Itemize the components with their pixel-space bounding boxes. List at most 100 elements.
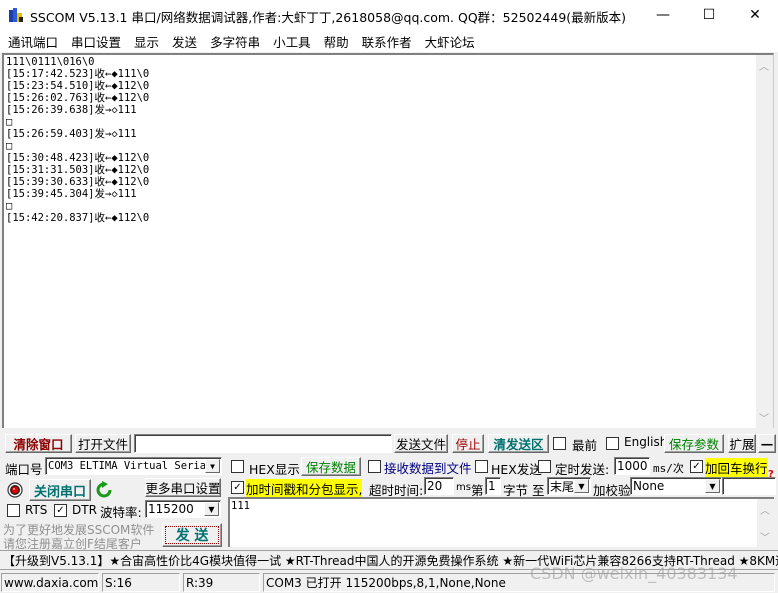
menu-help[interactable]: 帮助 [324,32,349,51]
send-button[interactable]: 发 送 [162,523,222,547]
maximize-icon: ☐ [702,7,716,23]
rts-checkbox[interactable] [7,504,20,517]
window-title: SSCOM V5.13.1 串口/网络数据调试器,作者:大虾丁丁,2618058… [30,10,627,25]
scroll-down-icon[interactable]: ﹀ [759,410,769,425]
open-file-button[interactable]: 打开文件 [75,434,131,453]
dtr-label: DTR [72,503,97,517]
baud-select-value: 115200 [148,502,194,516]
title-bar: SSCOM V5.13.1 串口/网络数据调试器,作者:大虾丁丁,2618058… [0,0,778,30]
chevron-down-icon[interactable]: ▼ [204,502,219,516]
save-params-button[interactable]: 保存参数 [664,434,724,453]
scroll-down-icon[interactable]: ﹀ [760,529,770,544]
menu-contact-author[interactable]: 联系作者 [362,32,412,51]
receive-log-line: [15:26:02.763]收←◆112\0 [6,92,150,104]
receive-log-line: [15:39:30.633]收←◆112\0 [6,176,150,188]
maximize-button[interactable]: ☐ [686,0,732,30]
status-received-count: R:39 [183,573,260,592]
receive-scrollbar[interactable]: ︿ ﹀ [756,55,773,428]
port-select-value: COM3 ELTIMA Virtual Serial [48,460,213,472]
menu-comm-port[interactable]: 通讯端口 [8,32,58,51]
dtr-checkbox[interactable]: ✓ [54,504,67,517]
baud-select[interactable]: 115200 ▼ [145,500,221,518]
file-path-input[interactable] [134,434,392,453]
receive-log: 111\0111\016\0 [15:17:42.523]收←◆111\0 [15:… [6,56,149,224]
checksum-select[interactable]: None ▼ [630,477,722,495]
checksum-result-field [722,477,776,495]
clear-window-button[interactable]: 清除窗口 [5,434,72,453]
hex-send-checkbox[interactable] [475,460,488,473]
refresh-icon[interactable] [96,481,112,499]
receive-log-line: 111\0111\016\0 [6,56,95,68]
menu-display[interactable]: 显示 [134,32,159,51]
scroll-up-icon[interactable]: ︿ [759,58,769,73]
minimize-icon: — [656,7,670,23]
receive-log-line: [15:31:31.503]收←◆112\0 [6,164,150,176]
chevron-down-icon[interactable]: ▼ [574,479,589,493]
timed-send-label: 定时发送: [555,462,610,477]
menu-tools[interactable]: 小工具 [273,32,311,51]
port-label: 端口号 [5,462,43,477]
more-port-settings-button[interactable]: 更多串口设置 [145,478,221,497]
checksum-select-value: None [633,479,665,493]
status-website[interactable]: www.daxia.com [1,573,99,592]
timed-send-checkbox[interactable] [538,460,551,473]
baud-label: 波特率: [100,505,142,520]
receive-log-line: [15:39:45.304]发→◇111 [6,188,137,200]
recv-to-file-checkbox[interactable] [368,460,381,473]
send-textarea[interactable]: 111 ︿ ﹀ [228,497,774,547]
end-select[interactable]: 末尾 ▼ [547,477,591,495]
hex-display-label: HEX显示 [249,462,300,477]
english-checkbox[interactable] [606,437,619,450]
receive-log-line: □ [6,140,13,152]
topmost-checkbox[interactable] [553,437,566,450]
timeout-input[interactable]: 20 [424,477,454,495]
start-byte-input[interactable]: 1 [485,477,501,495]
clear-send-button[interactable]: 清发送区 [488,434,549,453]
timestamp-label: 加时间戳和分包显示, [246,479,363,498]
stop-button[interactable]: 停止 [452,434,484,453]
status-sent-count: S:16 [102,573,180,592]
minimize-button[interactable]: — [640,0,686,30]
timestamp-checkbox[interactable]: ✓ [231,481,244,494]
receive-log-line: [15:26:39.638]发→◇111 [6,104,137,116]
expand-button[interactable]: 扩展 [728,434,756,453]
send-scrollbar[interactable]: ︿ ﹀ [757,499,774,547]
watermark: CSDN @weixin_40383134 [530,564,738,583]
add-crlf-checkbox[interactable]: ✓ [690,460,703,473]
menu-port-settings[interactable]: 串口设置 [71,32,121,51]
interval-input[interactable]: 1000 [614,457,650,475]
scroll-up-icon[interactable]: ︿ [760,502,770,517]
port-select[interactable]: COM3 ELTIMA Virtual Serial ▼ [45,457,222,475]
close-port-button[interactable]: 关闭串口 [29,479,91,501]
interval-unit: ms/次 [653,462,684,475]
receive-log-line: □ [6,200,13,212]
collapse-button[interactable]: — [758,434,776,453]
english-label: English [624,435,668,449]
menu-send[interactable]: 发送 [172,32,197,51]
close-button[interactable]: ✕ [732,0,778,30]
menu-multi-string[interactable]: 多字符串 [210,32,260,51]
receive-log-line: □ [6,116,13,128]
menu-bar: 通讯端口 串口设置 显示 发送 多字符串 小工具 帮助 联系作者 大虾论坛 [0,30,778,52]
save-data-button[interactable]: 保存数据 [301,457,361,476]
send-text: 111 [231,500,250,512]
rts-label: RTS [25,503,48,517]
add-crlf-label: 加回车换行 [705,458,768,477]
port-status-led-icon [7,482,23,498]
menu-forum[interactable]: 大虾论坛 [425,32,475,51]
send-file-button[interactable]: 发送文件 [394,434,448,453]
chevron-down-icon[interactable]: ▼ [705,479,720,493]
receive-textarea[interactable]: 111\0111\016\0 [15:17:42.523]收←◆111\0 [15:… [2,53,774,428]
hex-send-label: HEX发送 [491,462,542,477]
chevron-down-icon[interactable]: ▼ [205,459,220,473]
close-icon: ✕ [749,7,761,23]
receive-log-line: [15:23:54.510]收←◆112\0 [6,80,150,92]
hex-display-checkbox[interactable] [231,460,244,473]
receive-log-line: [15:30:48.423]收←◆112\0 [6,152,150,164]
receive-log-line: [15:17:42.523]收←◆111\0 [6,68,150,80]
app-icon [9,8,23,22]
receive-log-line: [15:42:20.837]收←◆112\0 [6,212,150,224]
recv-to-file-label[interactable]: 接收数据到文件 [384,458,472,477]
topmost-label: 最前 [572,438,598,453]
receive-log-line: [15:26:59.403]发→◇111 [6,128,137,140]
